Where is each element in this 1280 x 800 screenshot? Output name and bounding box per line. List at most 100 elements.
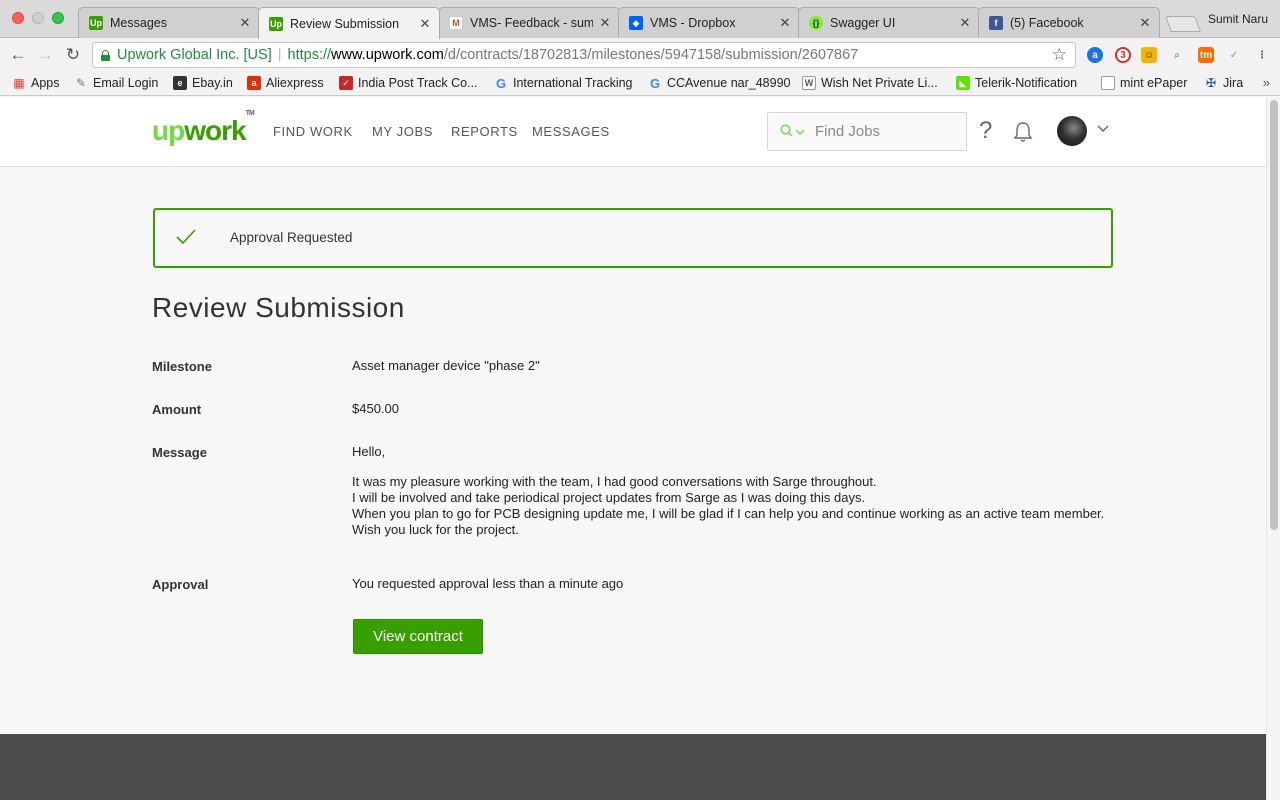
bookmark-email-login[interactable]: ✎ Email Login [74,76,158,90]
bookmark-label: Wish Net Private Li... [821,76,938,90]
close-tab-icon[interactable]: ✕ [959,15,971,31]
message-body: Hello, It was my pleasure working with t… [352,444,1112,538]
extension-notifications-icon[interactable]: 3 [1115,47,1131,63]
ebay-icon: e [173,76,187,90]
amount-value: $450.00 [352,401,399,416]
avatar[interactable] [1057,116,1087,146]
jira-icon: ✠ [1205,76,1217,90]
amount-label: Amount [152,402,202,417]
bookmark-mint-epaper[interactable]: mint ePaper [1101,76,1187,90]
wishnet-icon: W [802,76,816,90]
message-line: When you plan to go for PCB designing up… [352,506,1105,521]
facebook-icon: f [989,16,1003,30]
approval-alert: Approval Requested [153,208,1113,268]
bookmarks-overflow-icon[interactable]: » [1263,75,1270,90]
url-protocol: https:// [287,47,332,63]
chevron-down-icon[interactable] [1097,122,1109,136]
message-spacer [352,460,1112,474]
upwork-icon: Up [269,16,283,31]
minimize-window-button[interactable] [32,12,44,24]
close-tab-icon[interactable]: ✕ [599,15,611,31]
bookmark-ccavenue[interactable]: G CCAvenue nar_48990 [648,75,791,91]
bookmarks-bar: ▦ Apps ✎ Email Login e Ebay.in a Aliexpr… [0,72,1280,96]
milestone-value: Asset manager device "phase 2" [352,358,540,373]
dropbox-icon: ◆ [629,16,643,30]
bookmark-jira[interactable]: ✠ Jira [1204,76,1243,90]
address-separator: | [277,47,282,63]
maximize-window-button[interactable] [52,12,64,24]
extension-search-icon[interactable]: ⌕ [1169,47,1185,63]
extension-check-icon[interactable]: ✓ [1226,47,1242,63]
search-icon [780,124,793,140]
back-arrow-icon[interactable]: ← [8,45,28,65]
forward-arrow-icon[interactable]: → [35,45,55,65]
nav-my-jobs[interactable]: MY JOBS [372,124,433,139]
view-contract-button[interactable]: View contract [353,619,483,654]
bookmark-label: Jira [1223,76,1244,90]
gmail-icon: M [449,16,463,30]
document-icon [1101,76,1115,90]
bookmark-international-tracking[interactable]: G International Tracking [494,76,633,91]
browser-menu-icon[interactable]: ⋮ [1254,47,1270,63]
extension-face-icon[interactable]: ☺ [1141,47,1157,63]
bookmark-label: Email Login [93,76,159,90]
security-org-label: Upwork Global Inc. [US] [117,47,272,63]
bookmark-label: India Post Track Co... [358,76,478,90]
close-tab-icon[interactable]: ✕ [239,15,251,31]
bookmark-label: Ebay.in [192,76,233,90]
page-scrollbar[interactable] [1266,97,1280,800]
nav-reports[interactable]: REPORTS [451,124,518,139]
bell-icon[interactable] [1013,121,1033,143]
bookmark-ebay[interactable]: e Ebay.in [173,76,233,90]
close-tab-icon[interactable]: ✕ [419,16,431,32]
upwork-logo[interactable]: upworkTM [152,110,255,147]
browser-tab-swagger[interactable]: {} Swagger UI ✕ [798,7,980,38]
nav-messages[interactable]: MESSAGES [532,124,610,139]
close-tab-icon[interactable]: ✕ [1139,15,1151,31]
page-title: Review Submission [152,292,405,323]
bookmark-india-post[interactable]: ✓ India Post Track Co... [339,76,478,90]
new-tab-button[interactable] [1165,16,1201,32]
tab-title: VMS - Dropbox [650,16,736,30]
extension-tm-icon[interactable]: tm [1198,47,1214,63]
browser-tab-dropbox[interactable]: ◆ VMS - Dropbox ✕ [618,7,800,38]
reload-icon[interactable]: ↻ [63,45,83,65]
aliexpress-icon: a [247,76,261,90]
bookmark-star-icon[interactable]: ☆ [1052,45,1067,65]
bookmark-label: Apps [31,76,60,90]
bookmark-telerik[interactable]: ◣ Telerik-Notification [956,76,1077,90]
browser-profile-name[interactable]: Sumit Naru [1208,12,1268,26]
tab-title: Messages [110,16,167,30]
extension-a-icon[interactable]: a [1087,47,1103,63]
scrollbar-thumb[interactable] [1270,100,1278,530]
browser-tab-strip: Up Messages ✕ Up Review Submission ✕ M V… [0,0,1280,39]
chevron-down-icon[interactable] [795,127,805,137]
bookmark-label: mint ePaper [1120,76,1188,90]
logo-up: up [152,115,185,146]
tab-title: Review Submission [290,16,400,31]
google-icon: G [649,75,661,91]
bookmark-aliexpress[interactable]: a Aliexpress [247,76,324,90]
bookmark-wish-net[interactable]: W Wish Net Private Li... [802,76,938,90]
help-icon[interactable]: ? [979,117,992,145]
close-tab-icon[interactable]: ✕ [779,15,791,31]
browser-tab-messages[interactable]: Up Messages ✕ [78,7,260,38]
bookmark-label: Aliexpress [266,76,324,90]
message-line: Wish you luck for the project. [352,522,519,537]
nav-find-work[interactable]: FIND WORK [273,124,353,139]
browser-tab-review-submission[interactable]: Up Review Submission ✕ [258,7,440,39]
site-header: upworkTM FIND WORK MY JOBS REPORTS MESSA… [0,97,1266,167]
browser-tab-gmail[interactable]: M VMS- Feedback - sum ✕ [438,7,620,38]
swagger-icon: {} [809,16,823,30]
address-bar[interactable]: Upwork Global Inc. [US] | https://www.up… [92,42,1076,68]
browser-tab-facebook[interactable]: f (5) Facebook ✕ [978,7,1160,38]
bookmark-apps[interactable]: ▦ Apps [12,76,60,90]
telerik-icon: ◣ [956,76,970,90]
close-window-button[interactable] [12,12,24,24]
bookmark-label: CCAvenue nar_48990 [667,76,791,90]
message-line: It was my pleasure working with the team… [352,474,877,489]
approval-label: Approval [152,577,209,592]
find-jobs-search[interactable]: Find Jobs [767,112,967,151]
url-host: www.upwork.com [331,47,444,63]
url-path: /d/contracts/18702813/milestones/5947158… [443,47,859,63]
